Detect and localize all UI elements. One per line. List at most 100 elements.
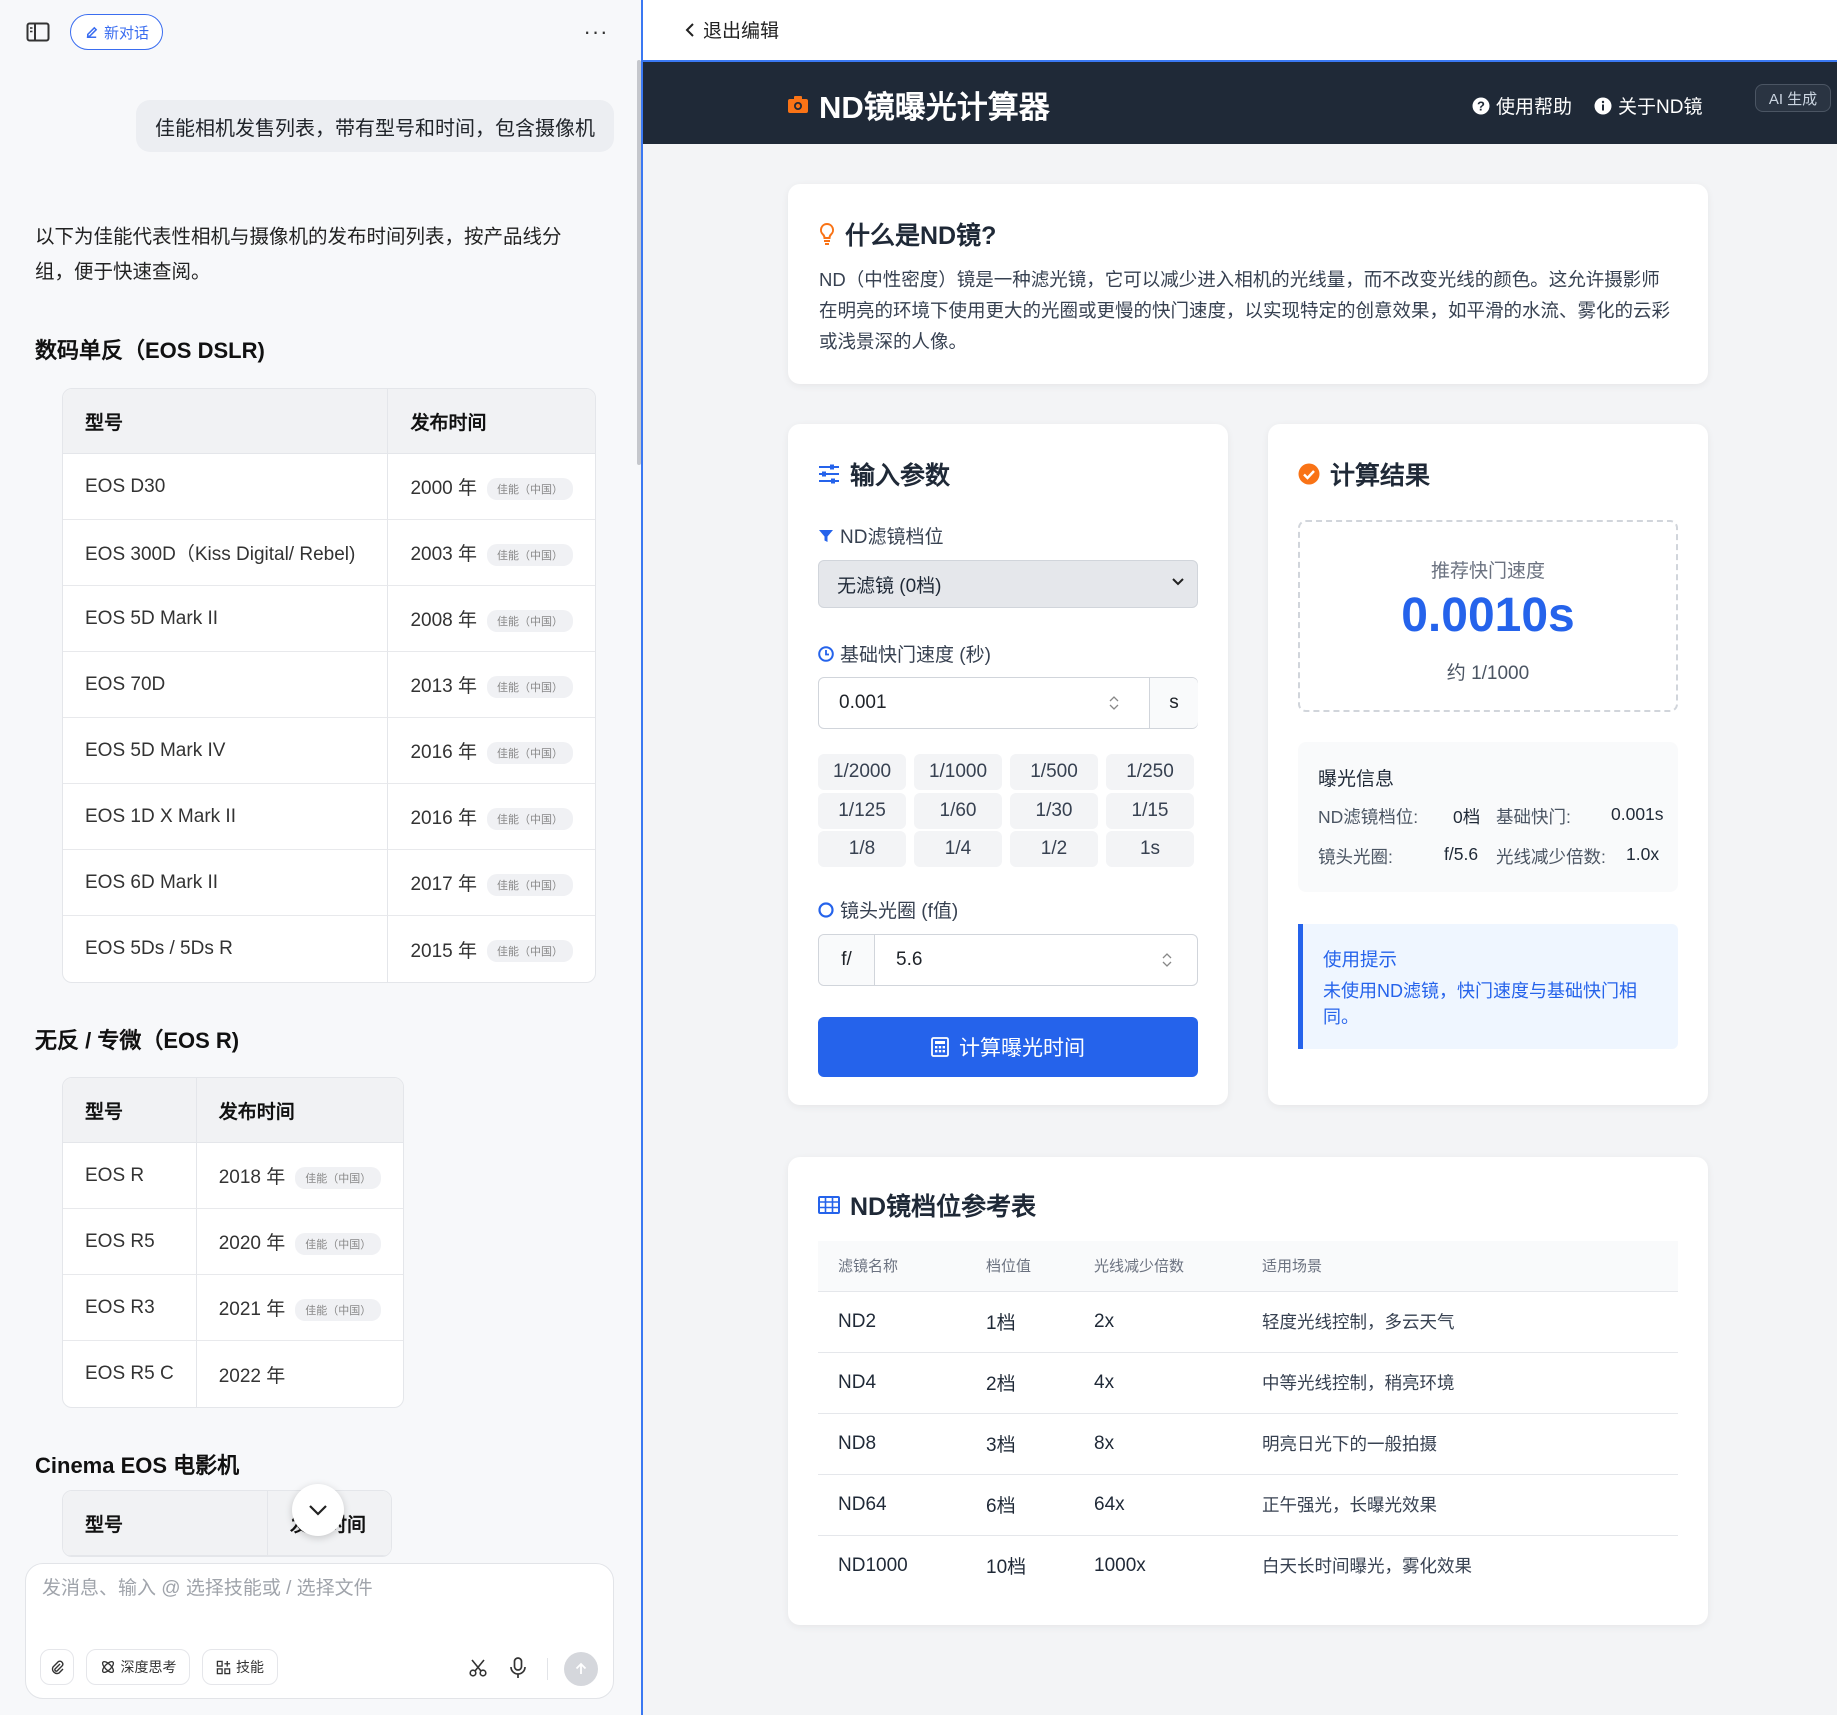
reference-row: ND8 3档 8x 明亮日光下的一般拍摄	[818, 1413, 1678, 1475]
editor-preview-panel: 退出编辑 ND镜曝光计算器 ? 使用帮助 关于ND镜 AI 生成 什么是ND镜?…	[641, 0, 1837, 1715]
filter-name-cell: ND8	[818, 1413, 966, 1475]
aperture-input-group: f/ 5.6	[818, 934, 1198, 986]
nav-about-link[interactable]: 关于ND镜	[1594, 92, 1702, 119]
scissors-icon[interactable]	[466, 1656, 490, 1680]
shutter-spinner[interactable]	[1106, 692, 1122, 714]
shutter-label-text: 基础快门速度 (秒)	[840, 645, 991, 666]
shutter-preset-button[interactable]: 1/500	[1010, 754, 1098, 790]
source-tag[interactable]: 佳能（中国）	[487, 675, 573, 698]
shutter-preset-button[interactable]: 1/2000	[818, 754, 906, 790]
source-tag[interactable]: 佳能（中国）	[487, 609, 573, 632]
section-title-dslr: 数码单反（EOS DSLR)	[35, 338, 265, 363]
aperture-input[interactable]: 5.6	[896, 949, 922, 971]
reference-row: ND64 6档 64x 正午强光，长曝光效果	[818, 1474, 1678, 1536]
model-cell: EOS 5Ds / 5Ds R	[85, 938, 233, 959]
reference-row: ND1000 10档 1000x 白天长时间曝光，雾化效果	[818, 1535, 1678, 1596]
shutter-preset-button[interactable]: 1/250	[1106, 754, 1194, 790]
scroll-to-bottom-button[interactable]	[292, 1484, 344, 1536]
attach-button[interactable]	[40, 1649, 74, 1685]
reduction-factor-cell: 4x	[1074, 1352, 1242, 1414]
release-date-cell: 2013 年佳能（中国）	[387, 652, 595, 718]
app-title-text: ND镜曝光计算器	[819, 90, 1050, 125]
source-tag[interactable]: 佳能（中国）	[295, 1298, 382, 1321]
microphone-icon[interactable]	[506, 1656, 530, 1680]
chevron-down-icon	[309, 1505, 327, 1516]
ai-generated-badge: AI 生成	[1755, 84, 1831, 112]
send-button[interactable]	[564, 1652, 598, 1686]
input-params-title: 输入参数	[850, 462, 951, 490]
source-tag[interactable]: 佳能（中国）	[487, 741, 573, 764]
nav-help-link[interactable]: ? 使用帮助	[1472, 92, 1572, 119]
shutter-preset-button[interactable]: 1/1000	[914, 754, 1002, 790]
filter-name-cell: ND4	[818, 1352, 966, 1414]
sidebar-toggle-icon[interactable]	[24, 20, 52, 44]
reference-header-cell: 适用场景	[1242, 1241, 1678, 1292]
info-reduction-key: 光线减少倍数:	[1496, 847, 1606, 867]
shutter-preset-button[interactable]: 1/2	[1010, 831, 1098, 867]
table-header-model: 型号	[63, 389, 388, 454]
shutter-preset-button[interactable]: 1/30	[1010, 792, 1098, 829]
aperture-spinner[interactable]	[1159, 949, 1175, 971]
app-title: ND镜曝光计算器	[787, 82, 1050, 127]
model-cell: EOS 5D Mark II	[63, 586, 388, 652]
exposure-info-box: 曝光信息 ND滤镜档位: 0档 基础快门: 0.001s 镜头光圈: f/5.6…	[1298, 742, 1678, 892]
deep-think-button[interactable]: 深度思考	[86, 1649, 190, 1685]
info-aperture-key: 镜头光圈:	[1318, 847, 1393, 867]
release-date-cell: 2020 年佳能（中国）	[195, 1209, 404, 1275]
shutter-preset-button[interactable]: 1/15	[1106, 792, 1194, 829]
filter-icon	[819, 529, 833, 542]
nd-filter-select[interactable]: 无滤镜 (0档)	[818, 560, 1198, 608]
release-year: 2003 年	[410, 544, 477, 565]
table-row: EOS 6D Mark II 2017 年佳能（中国）	[63, 850, 595, 916]
shutter-preset-button[interactable]: 1/4	[914, 831, 1002, 867]
table-header-model: 型号	[63, 1078, 196, 1143]
release-year: 2021 年	[218, 1299, 286, 1320]
table-row: EOS 70D 2013 年佳能（中国）	[63, 652, 595, 718]
release-date-cell: 2016 年佳能（中国）	[387, 718, 595, 784]
nd-reference-card: ND镜档位参考表 滤镜名称 档位值 光线减少倍数 适用场景 ND2 1档 2x 轻度光线控制…	[788, 1157, 1708, 1625]
shutter-input[interactable]: 0.001	[839, 692, 887, 714]
shutter-preset-button[interactable]: 1/8	[818, 831, 906, 867]
table-header-date: 发布时间	[195, 1078, 404, 1143]
table-row: EOS R 2018 年佳能（中国）	[63, 1143, 404, 1209]
section-title-cinema: Cinema EOS 电影机	[35, 1453, 240, 1478]
source-tag[interactable]: 佳能（中国）	[487, 873, 573, 896]
source-tag[interactable]: 佳能（中国）	[295, 1166, 382, 1189]
aperture-label-text: 镜头光圈 (f值)	[840, 901, 959, 922]
exit-edit-button[interactable]: 退出编辑	[685, 16, 779, 43]
deep-think-label: 深度思考	[120, 1659, 177, 1675]
release-date-cell: 2003 年佳能（中国）	[387, 520, 595, 586]
chevron-down-icon	[1172, 578, 1184, 586]
new-chat-button[interactable]: 新对话	[70, 14, 163, 50]
lightbulb-icon	[819, 222, 835, 245]
model-cell: EOS D30	[63, 454, 388, 520]
source-tag[interactable]: 佳能（中国）	[487, 477, 573, 500]
input-params-heading: 输入参数	[818, 456, 950, 492]
source-tag[interactable]: 佳能（中国）	[295, 1232, 382, 1255]
chat-scroll-area[interactable]: 以下为佳能代表性相机与摄像机的发布时间列表，按产品线分组，便于快速查阅。 数码单…	[0, 170, 641, 1560]
stop-value-cell: 6档	[966, 1474, 1074, 1536]
release-date-cell: 2015 年佳能（中国）	[387, 916, 595, 982]
source-tag[interactable]: 佳能（中国）	[487, 807, 573, 830]
check-circle-icon	[1298, 463, 1320, 485]
stop-value-cell: 3档	[966, 1413, 1074, 1475]
info-circle-icon	[1594, 97, 1612, 114]
release-year: 2013 年	[410, 676, 477, 697]
model-cell: EOS R	[63, 1143, 196, 1209]
calculate-button[interactable]: 计算曝光时间	[818, 1017, 1198, 1077]
source-tag[interactable]: 佳能（中国）	[487, 543, 573, 566]
info-base-key: 基础快门:	[1496, 807, 1571, 827]
source-tag[interactable]: 佳能（中国）	[487, 940, 573, 963]
what-is-nd-text: ND（中性密度）镜是一种滤光镜，它可以减少进入相机的光线量，而不改变光线的颜色。…	[819, 269, 1671, 352]
usage-tip-text: 未使用ND滤镜，快门速度与基础快门相同。	[1323, 981, 1637, 1027]
message-input[interactable]	[42, 1578, 592, 1600]
shutter-preset-button[interactable]: 1/125	[818, 792, 906, 829]
shutter-preset-button[interactable]: 1s	[1106, 831, 1194, 867]
shutter-preset-button[interactable]: 1/60	[914, 792, 1002, 829]
use-case-cell: 明亮日光下的一般拍摄	[1242, 1413, 1678, 1475]
skills-button[interactable]: 技能	[202, 1649, 278, 1685]
table-header-model: 型号	[63, 1491, 267, 1556]
stop-value-cell: 1档	[966, 1291, 1074, 1353]
dslr-table: 型号 发布时间 EOS D30 2000 年佳能（中国） EOS 300D（Kiss…	[62, 388, 596, 983]
more-options-icon[interactable]: ···	[580, 19, 612, 44]
